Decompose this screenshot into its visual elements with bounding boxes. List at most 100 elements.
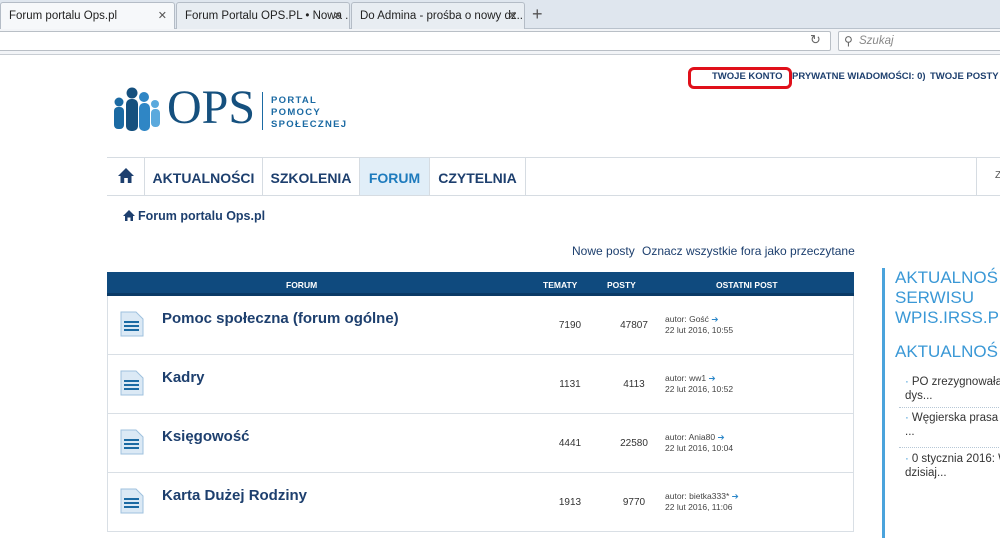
last-post: autor: Ania80 ➔ 22 lut 2016, 10:04 (665, 432, 733, 454)
sidebar-heading-line[interactable]: AKTUALNOŚ (895, 268, 998, 288)
logo-wordmark[interactable]: OPS (167, 82, 255, 134)
breadcrumb[interactable]: Forum portalu Ops.pl (123, 209, 265, 223)
close-icon[interactable]: ✕ (333, 9, 342, 22)
browser-nav-bar: ↻ ⚲ Szukaj (0, 29, 1000, 55)
table-row: Kadry 1131 4113 autor: ww1 ➔ 22 lut 2016… (107, 355, 854, 414)
logo-sub-line: SPOŁECZNEJ (271, 119, 348, 130)
breadcrumb-label: Forum portalu Ops.pl (138, 209, 266, 223)
news-item[interactable]: · PO zrezygnowała dys... (905, 375, 1000, 403)
last-post-date: 22 lut 2016, 10:52 (665, 384, 734, 394)
main-nav: AKTUALNOŚCI SZKOLENIA FORUM CZYTELNIA Z (107, 157, 1000, 196)
forum-read-icon (120, 488, 144, 514)
last-post: autor: bietka333* ➔ 22 lut 2016, 11:06 (665, 491, 739, 513)
close-icon[interactable]: ✕ (158, 9, 167, 22)
mark-read-link[interactable]: Oznacz wszystkie fora jako przeczytane (642, 244, 855, 258)
nav-home[interactable] (107, 158, 145, 195)
news-item-text: PO zrezygnowała (911, 376, 1000, 388)
last-post-author[interactable]: autor: Ania80 (665, 432, 715, 442)
browser-tab-3[interactable]: Do Admina - prośba o nowy dz... ✕ (351, 2, 525, 29)
header-last-post: OSTATNI POST (716, 280, 778, 290)
browser-search-input[interactable]: ⚲ Szukaj (838, 31, 1000, 51)
news-item-text: dys... (905, 390, 933, 402)
nav-right-text[interactable]: Z (995, 170, 1000, 181)
logo-people-icon (114, 87, 160, 131)
close-icon[interactable]: ✕ (508, 9, 517, 22)
news-item-text: Węgierska prasa (911, 412, 999, 424)
goto-post-icon[interactable]: ➔ (717, 432, 724, 442)
last-post-date: 22 lut 2016, 11:06 (665, 502, 733, 512)
nav-item-czytelnia[interactable]: CZYTELNIA (430, 158, 526, 195)
news-item-text: 0 stycznia 2016: W (911, 453, 1000, 465)
forum-read-icon (120, 311, 144, 337)
your-posts-link[interactable]: TWOJE POSTY (930, 71, 999, 82)
browser-tab-1[interactable]: Forum portalu Ops.pl ✕ (0, 2, 175, 30)
news-item-text: dzisiaj... (905, 467, 947, 479)
forum-title-link[interactable]: Księgowość (162, 428, 250, 445)
news-item-text: ... (905, 426, 915, 438)
posts-count: 9770 (622, 497, 646, 508)
news-sidebar: AKTUALNOŚ SERWISU WPIS.IRSS.P AKTUALNOŚ … (882, 268, 1000, 538)
home-icon (118, 168, 134, 183)
private-messages-link[interactable]: PRYWATNE WIADOMOŚCI: 0) (792, 71, 926, 82)
logo-sub-line: PORTAL (271, 95, 318, 106)
logo-divider (262, 92, 263, 130)
last-post: autor: Gość ➔ 22 lut 2016, 10:55 (665, 314, 733, 336)
home-icon (123, 210, 135, 221)
browser-tab-2[interactable]: Forum Portalu OPS.PL • Nowa ... ✕ (176, 2, 350, 29)
news-item[interactable]: · 0 stycznia 2016: W dzisiaj... (905, 452, 1000, 480)
forum-title-link[interactable]: Karta Dużej Rodziny (162, 487, 307, 504)
nav-item-szkolenia[interactable]: SZKOLENIA (263, 158, 360, 195)
bullet-icon: · (905, 453, 909, 465)
forum-read-icon (120, 370, 144, 396)
topics-count: 1131 (559, 379, 581, 390)
bullet-icon: · (905, 376, 909, 388)
logo-sub-line: POMOCY (271, 107, 322, 118)
table-row: Pomoc społeczna (forum ogólne) 7190 4780… (107, 296, 854, 355)
nav-item-aktualnosci[interactable]: AKTUALNOŚCI (145, 158, 263, 195)
browser-tab-bar: Forum portalu Ops.pl ✕ Forum Portalu OPS… (0, 0, 1000, 30)
last-post-author[interactable]: autor: bietka333* (665, 491, 729, 501)
topics-count: 4441 (558, 438, 582, 449)
sidebar-heading-2[interactable]: AKTUALNOŚ (895, 342, 998, 362)
goto-post-icon[interactable]: ➔ (732, 491, 739, 501)
tab-label: Do Admina - prośba o nowy dz... (360, 10, 525, 22)
topics-count: 1913 (558, 497, 582, 508)
reload-icon[interactable]: ↻ (810, 32, 821, 48)
search-icon: ⚲ (844, 34, 853, 48)
new-posts-link[interactable]: Nowe posty (572, 244, 635, 258)
sidebar-heading-line[interactable]: SERWISU (895, 288, 974, 308)
tab-label: Forum Portalu OPS.PL • Nowa ... (185, 10, 350, 22)
news-item[interactable]: · Węgierska prasa ... (905, 411, 998, 439)
last-post-date: 22 lut 2016, 10:55 (665, 325, 734, 335)
header-forum: FORUM (286, 280, 318, 290)
nav-divider (976, 158, 977, 195)
last-post-author[interactable]: autor: ww1 (665, 373, 706, 383)
table-row: Księgowość 4441 22580 autor: Ania80 ➔ 22… (107, 414, 854, 473)
goto-post-icon[interactable]: ➔ (711, 314, 718, 324)
header-topics: TEMATY (543, 280, 578, 290)
url-bar[interactable] (0, 31, 831, 51)
posts-count: 4113 (623, 379, 645, 390)
table-row: Karta Dużej Rodziny 1913 9770 autor: bie… (107, 473, 854, 532)
last-post-author[interactable]: autor: Gość (665, 314, 709, 324)
posts-count: 47807 (620, 320, 648, 331)
divider (899, 407, 1000, 408)
search-placeholder: Szukaj (859, 35, 894, 47)
page: TWOJE KONTO PRYWATNE WIADOMOŚCI: 0) TWOJ… (0, 56, 1000, 538)
last-post-date: 22 lut 2016, 10:04 (665, 443, 734, 453)
forum-title-link[interactable]: Pomoc społeczna (forum ogólne) (162, 310, 399, 327)
tab-label: Forum portalu Ops.pl (9, 10, 118, 22)
new-tab-button[interactable]: + (532, 4, 543, 25)
highlight-annotation (688, 67, 792, 89)
nav-item-forum[interactable]: FORUM (360, 158, 430, 195)
sidebar-heading-line[interactable]: WPIS.IRSS.P (895, 308, 999, 328)
logo-subtitle: PORTAL POMOCY SPOŁECZNEJ (271, 95, 347, 131)
topics-count: 7190 (558, 320, 582, 331)
goto-post-icon[interactable]: ➔ (708, 373, 715, 383)
last-post: autor: ww1 ➔ 22 lut 2016, 10:52 (665, 373, 733, 395)
forum-table: FORUM TEMATY POSTY OSTATNI POST Pomoc sp… (107, 272, 854, 532)
header-posts: POSTY (607, 280, 636, 290)
forum-title-link[interactable]: Kadry (162, 369, 205, 386)
forum-read-icon (120, 429, 144, 455)
bullet-icon: · (905, 412, 909, 424)
